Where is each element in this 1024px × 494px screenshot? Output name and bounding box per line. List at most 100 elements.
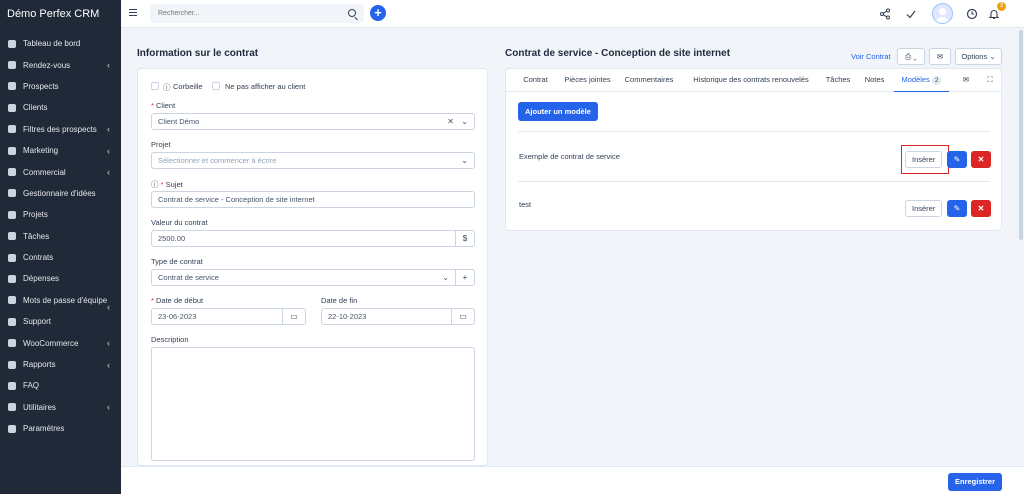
sidebar-item-settings[interactable]: Paramètres	[0, 418, 121, 439]
sidebar-item-support[interactable]: Support	[0, 311, 121, 332]
filter-icon	[7, 124, 17, 134]
sidebar-item-team-passwords[interactable]: Mots de passe d'équipe ‹	[0, 290, 121, 312]
receipt-icon	[7, 274, 17, 284]
divider	[518, 131, 990, 132]
share-icon[interactable]	[879, 8, 891, 20]
delete-icon[interactable]: ✕	[971, 151, 991, 168]
tab-renewal-history[interactable]: Historique des contrats renouvelés	[686, 69, 816, 92]
sidebar-item-reports[interactable]: Rapports ‹	[0, 354, 121, 375]
expand-icon[interactable]: ⛶	[982, 69, 998, 92]
view-contract-link[interactable]: Voir Contrat	[851, 52, 891, 61]
checkmark-icon[interactable]	[905, 8, 917, 20]
tab-comments[interactable]: Commentaires	[619, 69, 679, 92]
avatar[interactable]	[932, 3, 953, 24]
save-button[interactable]: Enregistrer	[948, 473, 1003, 491]
contract-value-input[interactable]: 2500.00	[151, 230, 456, 247]
target-icon	[7, 146, 17, 156]
template-name: test	[519, 200, 532, 209]
tab-contract[interactable]: Contrat	[514, 69, 557, 92]
calendar-icon[interactable]: ▭	[451, 308, 475, 325]
sidebar-item-prospects[interactable]: Prospects	[0, 76, 121, 97]
start-date-label: * Date de début	[151, 296, 204, 305]
chevron-down-icon: ⌄	[461, 117, 468, 126]
document-icon	[7, 253, 17, 263]
sidebar-item-tasks[interactable]: Tâches	[0, 226, 121, 247]
client-select[interactable]: Client Démo ✕ ⌄	[151, 113, 475, 130]
chevron-left-icon: ‹	[107, 124, 110, 135]
options-dropdown[interactable]: Options ⌄	[955, 48, 1002, 65]
project-select[interactable]: Sélectionner et commencer à écrire ⌄	[151, 152, 475, 169]
edit-icon[interactable]: ✎	[947, 200, 967, 217]
sidebar-item-ideas[interactable]: Gestionnaire d'idées	[0, 183, 121, 204]
add-type-button[interactable]: +	[455, 269, 475, 286]
sidebar-item-woocommerce[interactable]: WooCommerce ‹	[0, 332, 121, 353]
tab-tasks[interactable]: Tâches	[821, 69, 855, 92]
sidebar-item-dashboard[interactable]: Tableau de bord	[0, 33, 121, 54]
notification-badge: 3	[997, 2, 1006, 11]
contract-type-select[interactable]: Contrat de service ⌄	[151, 269, 456, 286]
gear-icon	[7, 424, 17, 434]
sidebar-item-projects[interactable]: Projets	[0, 204, 121, 225]
clear-icon: ✕	[447, 117, 454, 126]
insert-template-button[interactable]: Insérer	[905, 200, 943, 217]
chevron-left-icon: ‹	[107, 60, 110, 71]
question-icon: ⓘ	[163, 83, 171, 92]
subject-input[interactable]: Contrat de service - Conception de site …	[151, 191, 475, 208]
sidebar-item-utilities[interactable]: Utilitaires ‹	[0, 397, 121, 418]
sidebar-item-appointments[interactable]: Rendez-vous ‹	[0, 54, 121, 75]
footer-bar: Enregistrer	[121, 466, 1024, 494]
add-template-button[interactable]: Ajouter un modèle	[518, 102, 598, 121]
sidebar-item-prospect-filters[interactable]: Filtres des prospects ‹	[0, 119, 121, 140]
chevron-down-icon: ⌄	[442, 273, 449, 282]
sidebar-item-commercial[interactable]: Commercial ‹	[0, 161, 121, 182]
chevron-left-icon: ‹	[107, 338, 110, 349]
contract-form: ⓘ Corbeille Ne pas afficher au client * …	[137, 68, 488, 466]
chart-icon	[7, 210, 17, 220]
chevron-left-icon: ‹	[107, 145, 110, 156]
sidebar-item-clients[interactable]: Clients	[0, 97, 121, 118]
chevron-left-icon: ‹	[107, 359, 110, 370]
user-icon	[7, 103, 17, 113]
tab-templates[interactable]: Modèles 2	[894, 69, 949, 92]
folder-icon	[7, 381, 17, 391]
currency-addon: $	[455, 230, 475, 247]
hide-from-client-checkbox[interactable]	[212, 82, 220, 90]
clock-icon[interactable]	[966, 8, 978, 20]
sidebar-item-expenses[interactable]: Dépenses	[0, 268, 121, 289]
sidebar: Démo Perfex CRM Tableau de bord Rendez-v…	[0, 0, 121, 494]
form-title: Information sur le contrat	[137, 48, 259, 59]
hide-from-client-label: Ne pas afficher au client	[225, 82, 306, 91]
email-icon[interactable]: ✉	[929, 48, 951, 65]
sidebar-item-contracts[interactable]: Contrats	[0, 247, 121, 268]
menu-toggle-icon[interactable]	[129, 9, 137, 17]
tab-notes[interactable]: Notes	[858, 69, 891, 92]
divider	[518, 181, 990, 182]
sidebar-item-faq[interactable]: FAQ	[0, 375, 121, 396]
pdf-dropdown-button[interactable]: ⎙ ⌄	[897, 48, 925, 65]
check-circle-icon	[7, 231, 17, 241]
email-template-icon[interactable]: ✉	[958, 69, 974, 92]
highlight-box	[901, 145, 949, 174]
tools-icon	[7, 402, 17, 412]
key-icon	[7, 295, 17, 305]
page-scrollbar[interactable]	[1018, 28, 1024, 466]
start-date-input[interactable]: 23-06-2023	[151, 308, 283, 325]
description-textarea[interactable]	[151, 347, 475, 461]
lightbulb-icon	[7, 188, 17, 198]
prospects-icon	[7, 81, 17, 91]
contract-tabs: Contrat Pièces jointes Commentaires Hist…	[506, 69, 1001, 92]
contract-detail-panel: Contrat de service - Conception de site …	[505, 48, 1002, 231]
search-input[interactable]	[150, 4, 330, 23]
chevron-left-icon: ‹	[107, 402, 110, 413]
sidebar-item-marketing[interactable]: Marketing ‹	[0, 140, 121, 161]
calendar-icon[interactable]: ▭	[282, 308, 306, 325]
trash-checkbox[interactable]	[151, 82, 159, 90]
quick-create-button[interactable]: +	[370, 5, 386, 21]
trash-label: Corbeille	[173, 82, 203, 91]
tab-attachments[interactable]: Pièces jointes	[558, 69, 617, 92]
delete-icon[interactable]: ✕	[971, 200, 991, 217]
end-date-input[interactable]: 22-10-2023	[321, 308, 452, 325]
app-title[interactable]: Démo Perfex CRM	[0, 0, 121, 28]
search-icon[interactable]	[348, 9, 356, 17]
edit-icon[interactable]: ✎	[947, 151, 967, 168]
